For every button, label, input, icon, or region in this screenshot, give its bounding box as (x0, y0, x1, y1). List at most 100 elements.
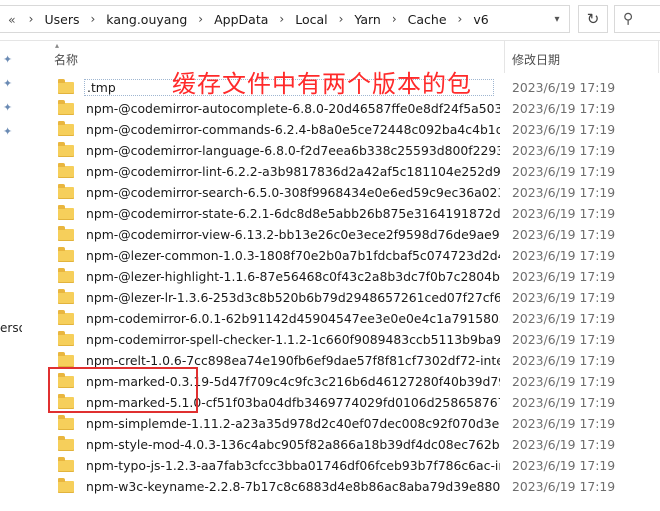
file-date-modified: 2023/6/19 17:19 (512, 416, 616, 431)
chevron-right-icon: › (28, 12, 34, 26)
column-header-name[interactable]: 名称 (54, 51, 78, 68)
folder-icon (58, 162, 74, 178)
file-row[interactable]: npm-@codemirror-lint-6.2.2-a3b9817836d2a… (46, 161, 660, 182)
file-row[interactable]: npm-w3c-keyname-2.2.8-7b17c8c6883d4e8b86… (46, 476, 660, 497)
file-list: ▴ 名称 修改日期 .tmp 2023/6/19 17:19 npm-@codemi… (46, 41, 660, 511)
folder-icon (58, 435, 74, 451)
breadcrumb[interactable]: « › Users › kang.ouyang › AppData › Loca… (0, 5, 570, 33)
file-row[interactable]: npm-@lezer-lr-1.3.6-253d3c8b520b6b79d294… (46, 287, 660, 308)
folder-icon (58, 120, 74, 136)
file-name: npm-w3c-keyname-2.2.8-7b17c8c6883d4e8b86… (86, 479, 500, 494)
file-rows: .tmp 2023/6/19 17:19 npm-@codemirror-autoc… (46, 77, 660, 497)
file-date-modified: 2023/6/19 17:19 (512, 248, 616, 263)
breadcrumb-local[interactable]: Local (293, 12, 329, 27)
chevron-right-icon[interactable]: › (189, 12, 212, 26)
file-date-modified: 2023/6/19 17:19 (512, 101, 616, 116)
chevron-right-icon[interactable]: › (383, 12, 406, 26)
address-history-dropdown[interactable]: ▾ (544, 5, 570, 33)
file-name: npm-@lezer-highlight-1.1.6-87e56468c0f43… (86, 269, 500, 284)
file-date-modified: 2023/6/19 17:19 (512, 395, 616, 410)
file-name: npm-@codemirror-state-6.2.1-6dc8d8e5abb2… (86, 206, 500, 221)
file-name: npm-@codemirror-lint-6.2.2-a3b9817836d2a… (86, 164, 500, 179)
folder-icon (58, 225, 74, 241)
breadcrumb-appdata[interactable]: AppData (212, 12, 270, 27)
folder-icon (58, 246, 74, 262)
breadcrumb-user[interactable]: kang.ouyang (104, 12, 189, 27)
folder-icon (58, 141, 74, 157)
file-row[interactable]: npm-@codemirror-language-6.8.0-f2d7eea6b… (46, 140, 660, 161)
file-row[interactable]: npm-@codemirror-search-6.5.0-308f9968434… (46, 182, 660, 203)
pin-icon: ✦ (3, 53, 13, 66)
navigation-pane: ✦ ✦ ✦ ✦ erso (0, 41, 22, 511)
nav-item-label[interactable]: erso (0, 321, 22, 335)
folder-icon (58, 477, 74, 493)
annotation-highlight-box (48, 367, 198, 413)
file-name: npm-codemirror-6.0.1-62b91142d45904547ee… (86, 311, 500, 326)
file-row[interactable]: npm-codemirror-6.0.1-62b91142d45904547ee… (46, 308, 660, 329)
file-date-modified: 2023/6/19 17:19 (512, 437, 616, 452)
file-name: npm-simplemde-1.11.2-a23a35d978d2c40ef07… (86, 416, 500, 431)
file-row[interactable]: npm-@codemirror-autocomplete-6.8.0-20d46… (46, 98, 660, 119)
file-date-modified: 2023/6/19 17:19 (512, 143, 616, 158)
address-bar: « › Users › kang.ouyang › AppData › Loca… (0, 0, 660, 41)
file-row[interactable]: npm-@codemirror-state-6.2.1-6dc8d8e5abb2… (46, 203, 660, 224)
chevron-right-icon[interactable]: › (270, 12, 293, 26)
file-name: npm-crelt-1.0.6-7cc898ea74e190fb6ef9dae5… (86, 353, 500, 368)
file-date-modified: 2023/6/19 17:19 (512, 332, 616, 347)
folder-icon (58, 330, 74, 346)
breadcrumb-overflow-button[interactable]: « (0, 12, 20, 27)
folder-icon (58, 288, 74, 304)
file-date-modified: 2023/6/19 17:19 (512, 227, 616, 242)
folder-icon (58, 309, 74, 325)
file-name: npm-@codemirror-autocomplete-6.8.0-20d46… (86, 101, 500, 116)
refresh-icon: ↻ (586, 10, 600, 28)
file-name: npm-codemirror-spell-checker-1.1.2-1c660… (86, 332, 500, 347)
file-row[interactable]: npm-simplemde-1.11.2-a23a35d978d2c40ef07… (46, 413, 660, 434)
file-row[interactable]: npm-typo-js-1.2.3-aa7fab3cfcc3bba01746df… (46, 455, 660, 476)
search-input[interactable]: ⚲ (614, 5, 660, 33)
folder-icon (58, 204, 74, 220)
chevron-right-icon[interactable]: › (81, 12, 104, 26)
breadcrumb-cache[interactable]: Cache (406, 12, 449, 27)
column-divider[interactable] (658, 41, 659, 73)
folder-icon (58, 267, 74, 283)
annotation-text: 缓存文件中有两个版本的包 (172, 70, 472, 98)
file-date-modified: 2023/6/19 17:19 (512, 164, 616, 179)
folder-icon (58, 78, 74, 94)
file-name: npm-style-mod-4.0.3-136c4abc905f82a866a1… (86, 437, 500, 452)
file-name: npm-@lezer-lr-1.3.6-253d3c8b520b6b79d294… (86, 290, 500, 305)
file-row[interactable]: npm-@codemirror-view-6.13.2-bb13e26c0e3e… (46, 224, 660, 245)
file-name: npm-@codemirror-commands-6.2.4-b8a0e5ce7… (86, 122, 500, 137)
file-row[interactable]: npm-codemirror-spell-checker-1.1.2-1c660… (46, 329, 660, 350)
file-date-modified: 2023/6/19 17:19 (512, 311, 616, 326)
folder-icon (58, 351, 74, 367)
file-date-modified: 2023/6/19 17:19 (512, 80, 616, 95)
column-header-date-modified[interactable]: 修改日期 (512, 51, 560, 68)
column-divider[interactable] (504, 41, 505, 73)
breadcrumb-yarn[interactable]: Yarn (352, 12, 382, 27)
folder-icon (58, 183, 74, 199)
file-date-modified: 2023/6/19 17:19 (512, 290, 616, 305)
file-date-modified: 2023/6/19 17:19 (512, 353, 616, 368)
file-name: npm-typo-js-1.2.3-aa7fab3cfcc3bba01746df… (86, 458, 500, 473)
file-row[interactable]: npm-@lezer-highlight-1.1.6-87e56468c0f43… (46, 266, 660, 287)
file-row[interactable]: npm-style-mod-4.0.3-136c4abc905f82a866a1… (46, 434, 660, 455)
file-date-modified: 2023/6/19 17:19 (512, 206, 616, 221)
file-date-modified: 2023/6/19 17:19 (512, 269, 616, 284)
file-row[interactable]: npm-@codemirror-commands-6.2.4-b8a0e5ce7… (46, 119, 660, 140)
breadcrumb-users[interactable]: Users (42, 12, 81, 27)
breadcrumb-v6[interactable]: v6 (471, 12, 490, 27)
chevron-down-icon: ▾ (554, 13, 560, 25)
refresh-button[interactable]: ↻ (578, 5, 608, 33)
search-icon: ⚲ (623, 11, 634, 27)
pin-icon: ✦ (3, 77, 13, 90)
chevron-right-icon[interactable]: › (449, 12, 472, 26)
file-name: npm-@codemirror-view-6.13.2-bb13e26c0e3e… (86, 227, 500, 242)
pin-icon: ✦ (3, 125, 13, 138)
pin-icon: ✦ (3, 101, 13, 114)
file-row[interactable]: npm-@lezer-common-1.0.3-1808f70e2b0a7b1f… (46, 245, 660, 266)
file-name: npm-@codemirror-language-6.8.0-f2d7eea6b… (86, 143, 500, 158)
file-date-modified: 2023/6/19 17:19 (512, 185, 616, 200)
folder-icon (58, 414, 74, 430)
chevron-right-icon[interactable]: › (330, 12, 353, 26)
